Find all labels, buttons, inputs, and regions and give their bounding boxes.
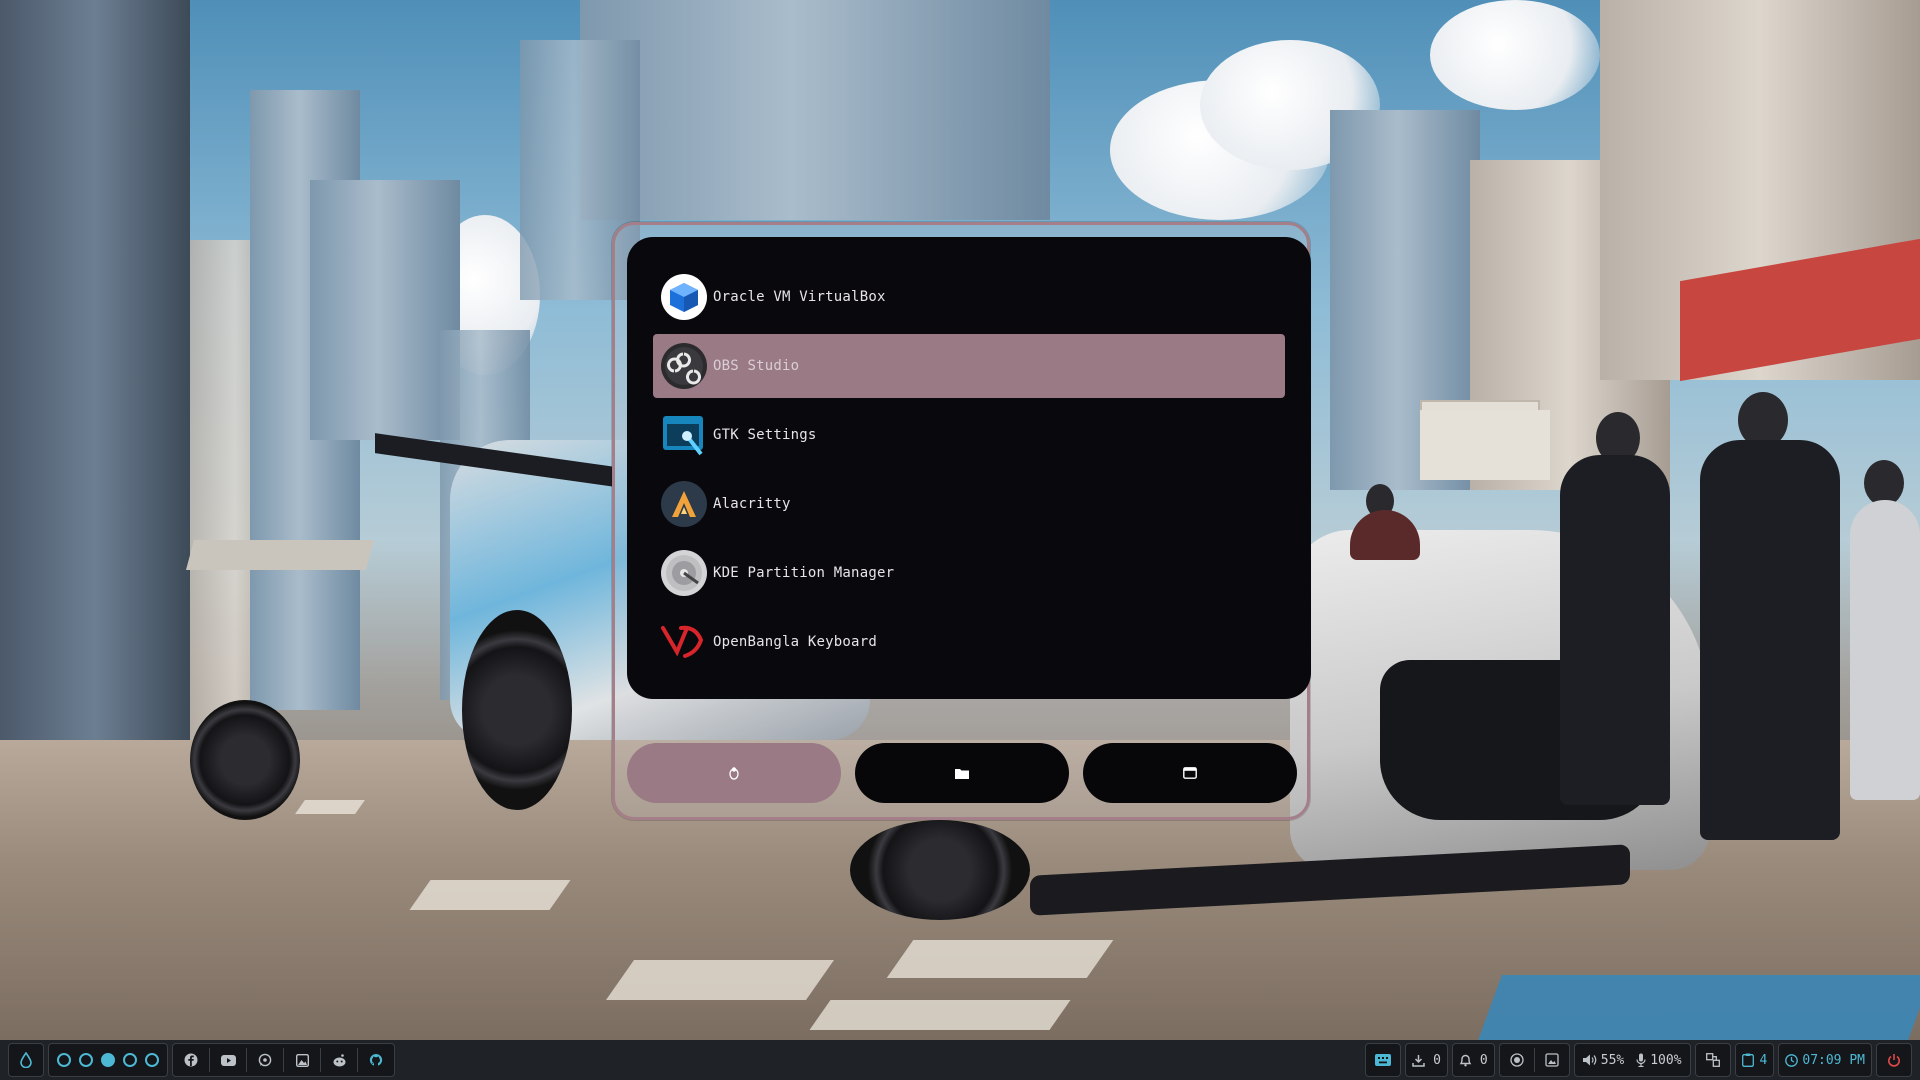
mode-files-button[interactable] [855, 743, 1069, 803]
app-list: Oracle VM VirtualBox OBS Studio GTK Sett… [627, 237, 1311, 699]
app-label: Oracle VM VirtualBox [713, 289, 886, 305]
mic-level: 100% [1650, 1052, 1682, 1068]
whatsapp-icon[interactable] [247, 1044, 283, 1076]
app-item-virtualbox[interactable]: Oracle VM VirtualBox [653, 265, 1285, 329]
capture-tools [1498, 1043, 1570, 1077]
download-icon [1412, 1054, 1425, 1067]
launcher-button-group [8, 1043, 44, 1077]
mode-apps-button[interactable] [627, 743, 841, 803]
downloads-indicator[interactable]: 0 [1405, 1043, 1448, 1077]
taskbar: 0 0 55% 100% 4 07:09 PM [0, 1040, 1920, 1080]
layout-button[interactable] [1694, 1043, 1731, 1077]
launcher-mode-switcher [627, 743, 1297, 803]
image-icon[interactable] [284, 1044, 320, 1076]
app-launcher: Oracle VM VirtualBox OBS Studio GTK Sett… [612, 222, 1311, 820]
screenshot-icon[interactable] [1535, 1044, 1569, 1076]
workspace-2[interactable] [79, 1053, 93, 1067]
alacritty-icon [661, 481, 707, 527]
github-icon[interactable] [358, 1044, 394, 1076]
app-label: OBS Studio [713, 358, 800, 374]
facebook-icon[interactable] [173, 1044, 209, 1076]
clipboard-count: 4 [1759, 1052, 1768, 1068]
volume-level: 55% [1600, 1052, 1625, 1068]
bell-icon [1459, 1053, 1472, 1067]
mode-windows-button[interactable] [1083, 743, 1297, 803]
power-icon [1887, 1053, 1901, 1067]
clock-time: 07:09 PM [1802, 1052, 1865, 1068]
app-label: KDE Partition Manager [713, 565, 895, 581]
workspace-3-active[interactable] [101, 1053, 115, 1067]
gtk-settings-icon [661, 412, 707, 458]
partition-manager-icon [661, 550, 707, 596]
layout-icon [1705, 1053, 1720, 1067]
app-item-openbangla-keyboard[interactable]: OpenBangla Keyboard [653, 610, 1285, 674]
app-label: Alacritty [713, 496, 791, 512]
clipboard-icon [1741, 1053, 1754, 1067]
speaker-icon [1582, 1054, 1597, 1066]
notifications-count: 0 [1479, 1052, 1488, 1068]
reddit-icon[interactable] [321, 1044, 357, 1076]
virtualbox-icon [661, 274, 707, 320]
app-label: OpenBangla Keyboard [713, 634, 877, 650]
workspace-switcher [48, 1043, 168, 1077]
workspace-5[interactable] [145, 1053, 159, 1067]
app-item-kde-partition-manager[interactable]: KDE Partition Manager [653, 541, 1285, 605]
volume-control[interactable]: 55% [1582, 1044, 1625, 1076]
keyboard-icon [1375, 1054, 1392, 1066]
clipboard-indicator[interactable]: 4 [1734, 1043, 1775, 1077]
audio-controls: 55% 100% [1573, 1043, 1691, 1077]
workspace-4[interactable] [123, 1053, 137, 1067]
downloads-count: 0 [1433, 1052, 1441, 1068]
mic-control[interactable]: 100% [1636, 1044, 1682, 1076]
microphone-icon [1636, 1053, 1646, 1067]
app-item-obs-studio[interactable]: OBS Studio [653, 334, 1285, 398]
linux-tux-icon [728, 766, 740, 780]
openbangla-icon [661, 619, 707, 665]
droplet-icon[interactable] [20, 1052, 32, 1068]
obs-icon [661, 343, 707, 389]
clock[interactable]: 07:09 PM [1778, 1043, 1872, 1077]
clock-icon [1785, 1053, 1799, 1067]
folder-icon [955, 767, 969, 779]
youtube-icon[interactable] [210, 1044, 246, 1076]
app-item-alacritty[interactable]: Alacritty [653, 472, 1285, 536]
keyboard-layout-button[interactable] [1365, 1043, 1402, 1077]
power-button[interactable] [1876, 1043, 1912, 1077]
window-icon [1183, 767, 1197, 779]
record-icon[interactable] [1500, 1044, 1534, 1076]
app-item-gtk-settings[interactable]: GTK Settings [653, 403, 1285, 467]
app-label: GTK Settings [713, 427, 817, 443]
notifications-indicator[interactable]: 0 [1451, 1043, 1495, 1077]
pinned-apps [172, 1043, 395, 1077]
workspace-1[interactable] [57, 1053, 71, 1067]
